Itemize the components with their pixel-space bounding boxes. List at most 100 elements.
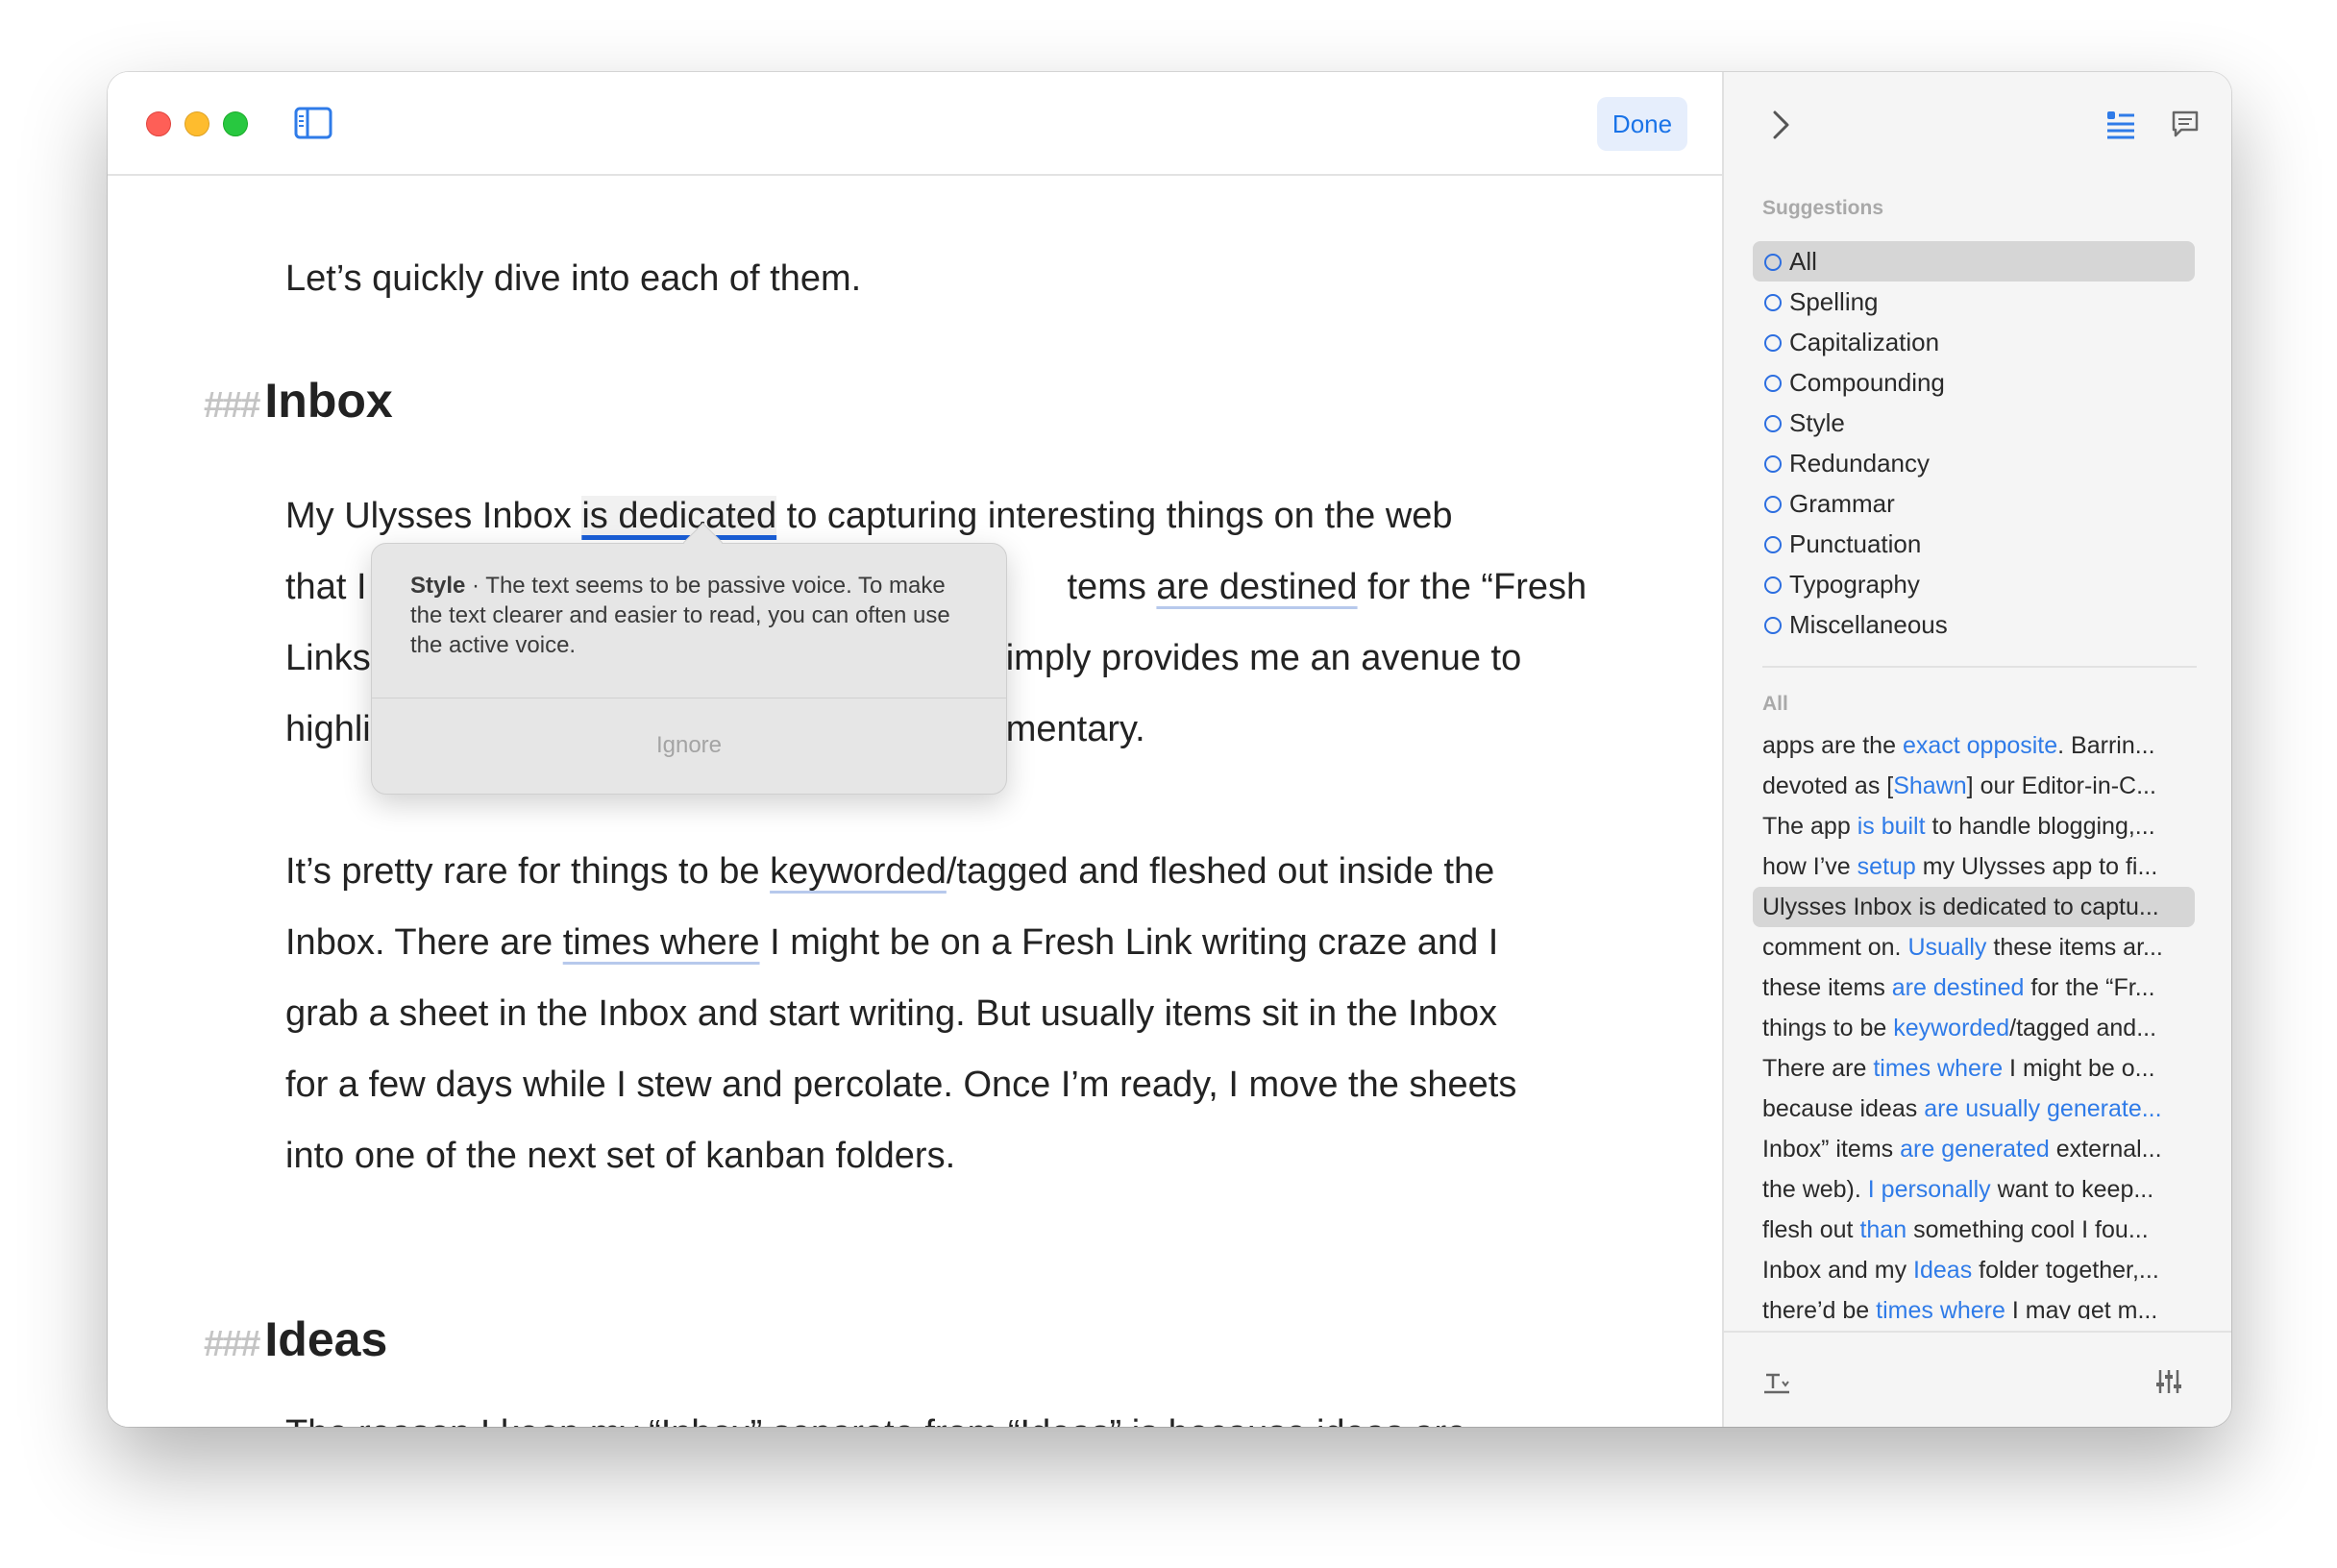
suggestion-item[interactable]: The app is built to handle blogging,...: [1753, 806, 2195, 846]
category-label: All: [1789, 247, 1817, 276]
comment-icon[interactable]: [2170, 109, 2201, 139]
suggestion-item[interactable]: There are times where I might be o...: [1753, 1048, 2195, 1089]
text-run: to capturing interesting things on the w…: [776, 496, 1453, 536]
text-run: highli: [285, 709, 371, 749]
flagged-text: keyworded: [1893, 1015, 2010, 1041]
flagged-text: are generated: [1900, 1136, 2050, 1163]
snippet-text: /tagged and...: [2009, 1015, 2157, 1041]
paragraph-line: Inbox. There are times where I might be …: [285, 907, 1592, 978]
category-capitalization[interactable]: Capitalization: [1753, 322, 2195, 362]
flagged-phrase-active[interactable]: is dedicated: [581, 496, 777, 536]
text-run: for the “Fresh: [1357, 567, 1587, 607]
sliders-icon[interactable]: [2154, 1367, 2183, 1396]
radio-icon: [1764, 455, 1782, 473]
sidebar-toggle-icon[interactable]: [294, 107, 332, 139]
category-typography[interactable]: Typography: [1753, 564, 2195, 604]
popover-message: Style · The text seems to be passive voi…: [410, 571, 977, 660]
snippet-text: to captu...: [2047, 894, 2159, 920]
suggestion-item[interactable]: Inbox and my Ideas folder together,...: [1753, 1250, 2195, 1290]
done-button[interactable]: Done: [1597, 97, 1687, 151]
close-window-button[interactable]: [146, 111, 171, 136]
snippet-text: to handle blogging,...: [1925, 813, 2155, 840]
category-style[interactable]: Style: [1753, 403, 2195, 443]
snippet-text: how I’ve: [1762, 853, 1857, 880]
suggestions-list-icon[interactable]: [2105, 109, 2136, 139]
suggestion-item[interactable]: comment on. Usually these items ar...: [1753, 927, 2195, 968]
paragraph-line: into one of the next set of kanban folde…: [285, 1136, 956, 1176]
category-label: Compounding: [1789, 368, 1945, 397]
minimize-window-button[interactable]: [184, 111, 209, 136]
snippet-text: comment on.: [1762, 934, 1908, 961]
category-grammar[interactable]: Grammar: [1753, 483, 2195, 524]
heading-markup: ###: [204, 1324, 260, 1364]
category-compounding[interactable]: Compounding: [1753, 362, 2195, 403]
category-redundancy[interactable]: Redundancy: [1753, 443, 2195, 483]
category-label: Grammar: [1789, 489, 1895, 518]
text-run: tems: [1067, 567, 1157, 607]
flagged-text: is built: [1857, 813, 1926, 840]
zoom-window-button[interactable]: [223, 111, 248, 136]
suggestion-item[interactable]: flesh out than something cool I fou...: [1753, 1210, 2195, 1250]
snippet-text: I might be o...: [2003, 1055, 2155, 1082]
suggestion-item[interactable]: there’d be times where I may get m...: [1753, 1290, 2195, 1319]
snippet-text: folder together,...: [1972, 1257, 2159, 1284]
flagged-text: Ideas: [1913, 1257, 1973, 1284]
heading-markup: ###: [204, 385, 260, 426]
paragraph-line: My Ulysses Inbox is dedicated to capturi…: [285, 480, 1592, 551]
snippet-text: Inbox and my: [1762, 1257, 1914, 1284]
category-label: Typography: [1789, 570, 1920, 599]
suggestion-item[interactable]: how I’ve setup my Ulysses app to fi...: [1753, 846, 2195, 887]
heading-inbox: ### Inbox: [204, 373, 393, 429]
flagged-phrase[interactable]: are destined: [1156, 567, 1357, 607]
heading-text: Inbox: [264, 374, 393, 428]
category-all[interactable]: All: [1753, 241, 2195, 282]
category-spelling[interactable]: Spelling: [1753, 282, 2195, 322]
suggestion-popover: Style · The text seems to be passive voi…: [371, 522, 1007, 795]
text-run: Links: [285, 638, 371, 678]
divider: [1762, 666, 2197, 668]
radio-icon: [1764, 576, 1782, 594]
category-label: Redundancy: [1789, 449, 1930, 478]
snippet-text: these items: [1762, 974, 1892, 1001]
ignore-button[interactable]: Ignore: [372, 732, 1006, 759]
text-run: imply provides me an avenue to: [1005, 638, 1522, 678]
suggestion-item[interactable]: devoted as [Shawn] our Editor-in-C...: [1753, 766, 2195, 806]
category-miscellaneous[interactable]: Miscellaneous: [1753, 604, 2195, 645]
suggestion-item[interactable]: things to be keyworded/tagged and...: [1753, 1008, 2195, 1048]
suggestion-item[interactable]: these items are destined for the “Fr...: [1753, 968, 2195, 1008]
snippet-text: The app: [1762, 813, 1857, 840]
suggestion-item[interactable]: because ideas are usually generate...: [1753, 1089, 2195, 1129]
flagged-text: I personally: [1867, 1176, 1991, 1203]
all-section-title: All: [1762, 693, 1788, 715]
flagged-text: are usually generate...: [1924, 1095, 2162, 1122]
flagged-phrase[interactable]: keyworded: [770, 851, 947, 892]
flagged-text: Shawn: [1893, 772, 1967, 799]
snippet-text: devoted as [: [1762, 772, 1894, 799]
suggestion-item-selected[interactable]: Ulysses Inbox is dedicated to captu...: [1753, 887, 2195, 927]
radio-icon: [1764, 375, 1782, 392]
category-label: Miscellaneous: [1789, 610, 1948, 639]
flagged-text: than: [1859, 1216, 1907, 1243]
category-punctuation[interactable]: Punctuation: [1753, 524, 2195, 564]
suggestion-item[interactable]: Inbox” items are generated external...: [1753, 1129, 2195, 1169]
suggestion-item[interactable]: the web). I personally want to keep...: [1753, 1169, 2195, 1210]
snippet-text: there’d be: [1762, 1297, 1877, 1319]
flagged-text: times where: [1873, 1055, 2004, 1082]
paragraph-line: It’s pretty rare for things to be keywor…: [285, 836, 1592, 907]
sort-icon[interactable]: [1762, 1369, 1791, 1396]
radio-icon: [1764, 415, 1782, 432]
paragraph-line: for a few days while I stew and percolat…: [285, 1065, 1517, 1105]
text-run: It’s pretty rare for things to be: [285, 851, 771, 892]
sidebar-footer: [1724, 1331, 2231, 1427]
snippet-text: my Ulysses app to fi...: [1915, 853, 2158, 880]
text-run: /tagged and fleshed out inside the: [946, 851, 1495, 892]
suggestion-item[interactable]: apps are the exact opposite. Barrin...: [1753, 725, 2195, 766]
text-run: mentary.: [1005, 709, 1145, 749]
app-window: Let’s quickly dive into each of them. ##…: [108, 72, 2231, 1427]
category-label: Punctuation: [1789, 529, 1922, 558]
flagged-phrase[interactable]: times where: [563, 922, 760, 963]
radio-icon: [1764, 294, 1782, 311]
intro-line: Let’s quickly dive into each of them.: [285, 258, 862, 299]
flagged-text: is dedicated: [1918, 894, 2047, 920]
chevron-right-icon[interactable]: [1766, 109, 1795, 141]
